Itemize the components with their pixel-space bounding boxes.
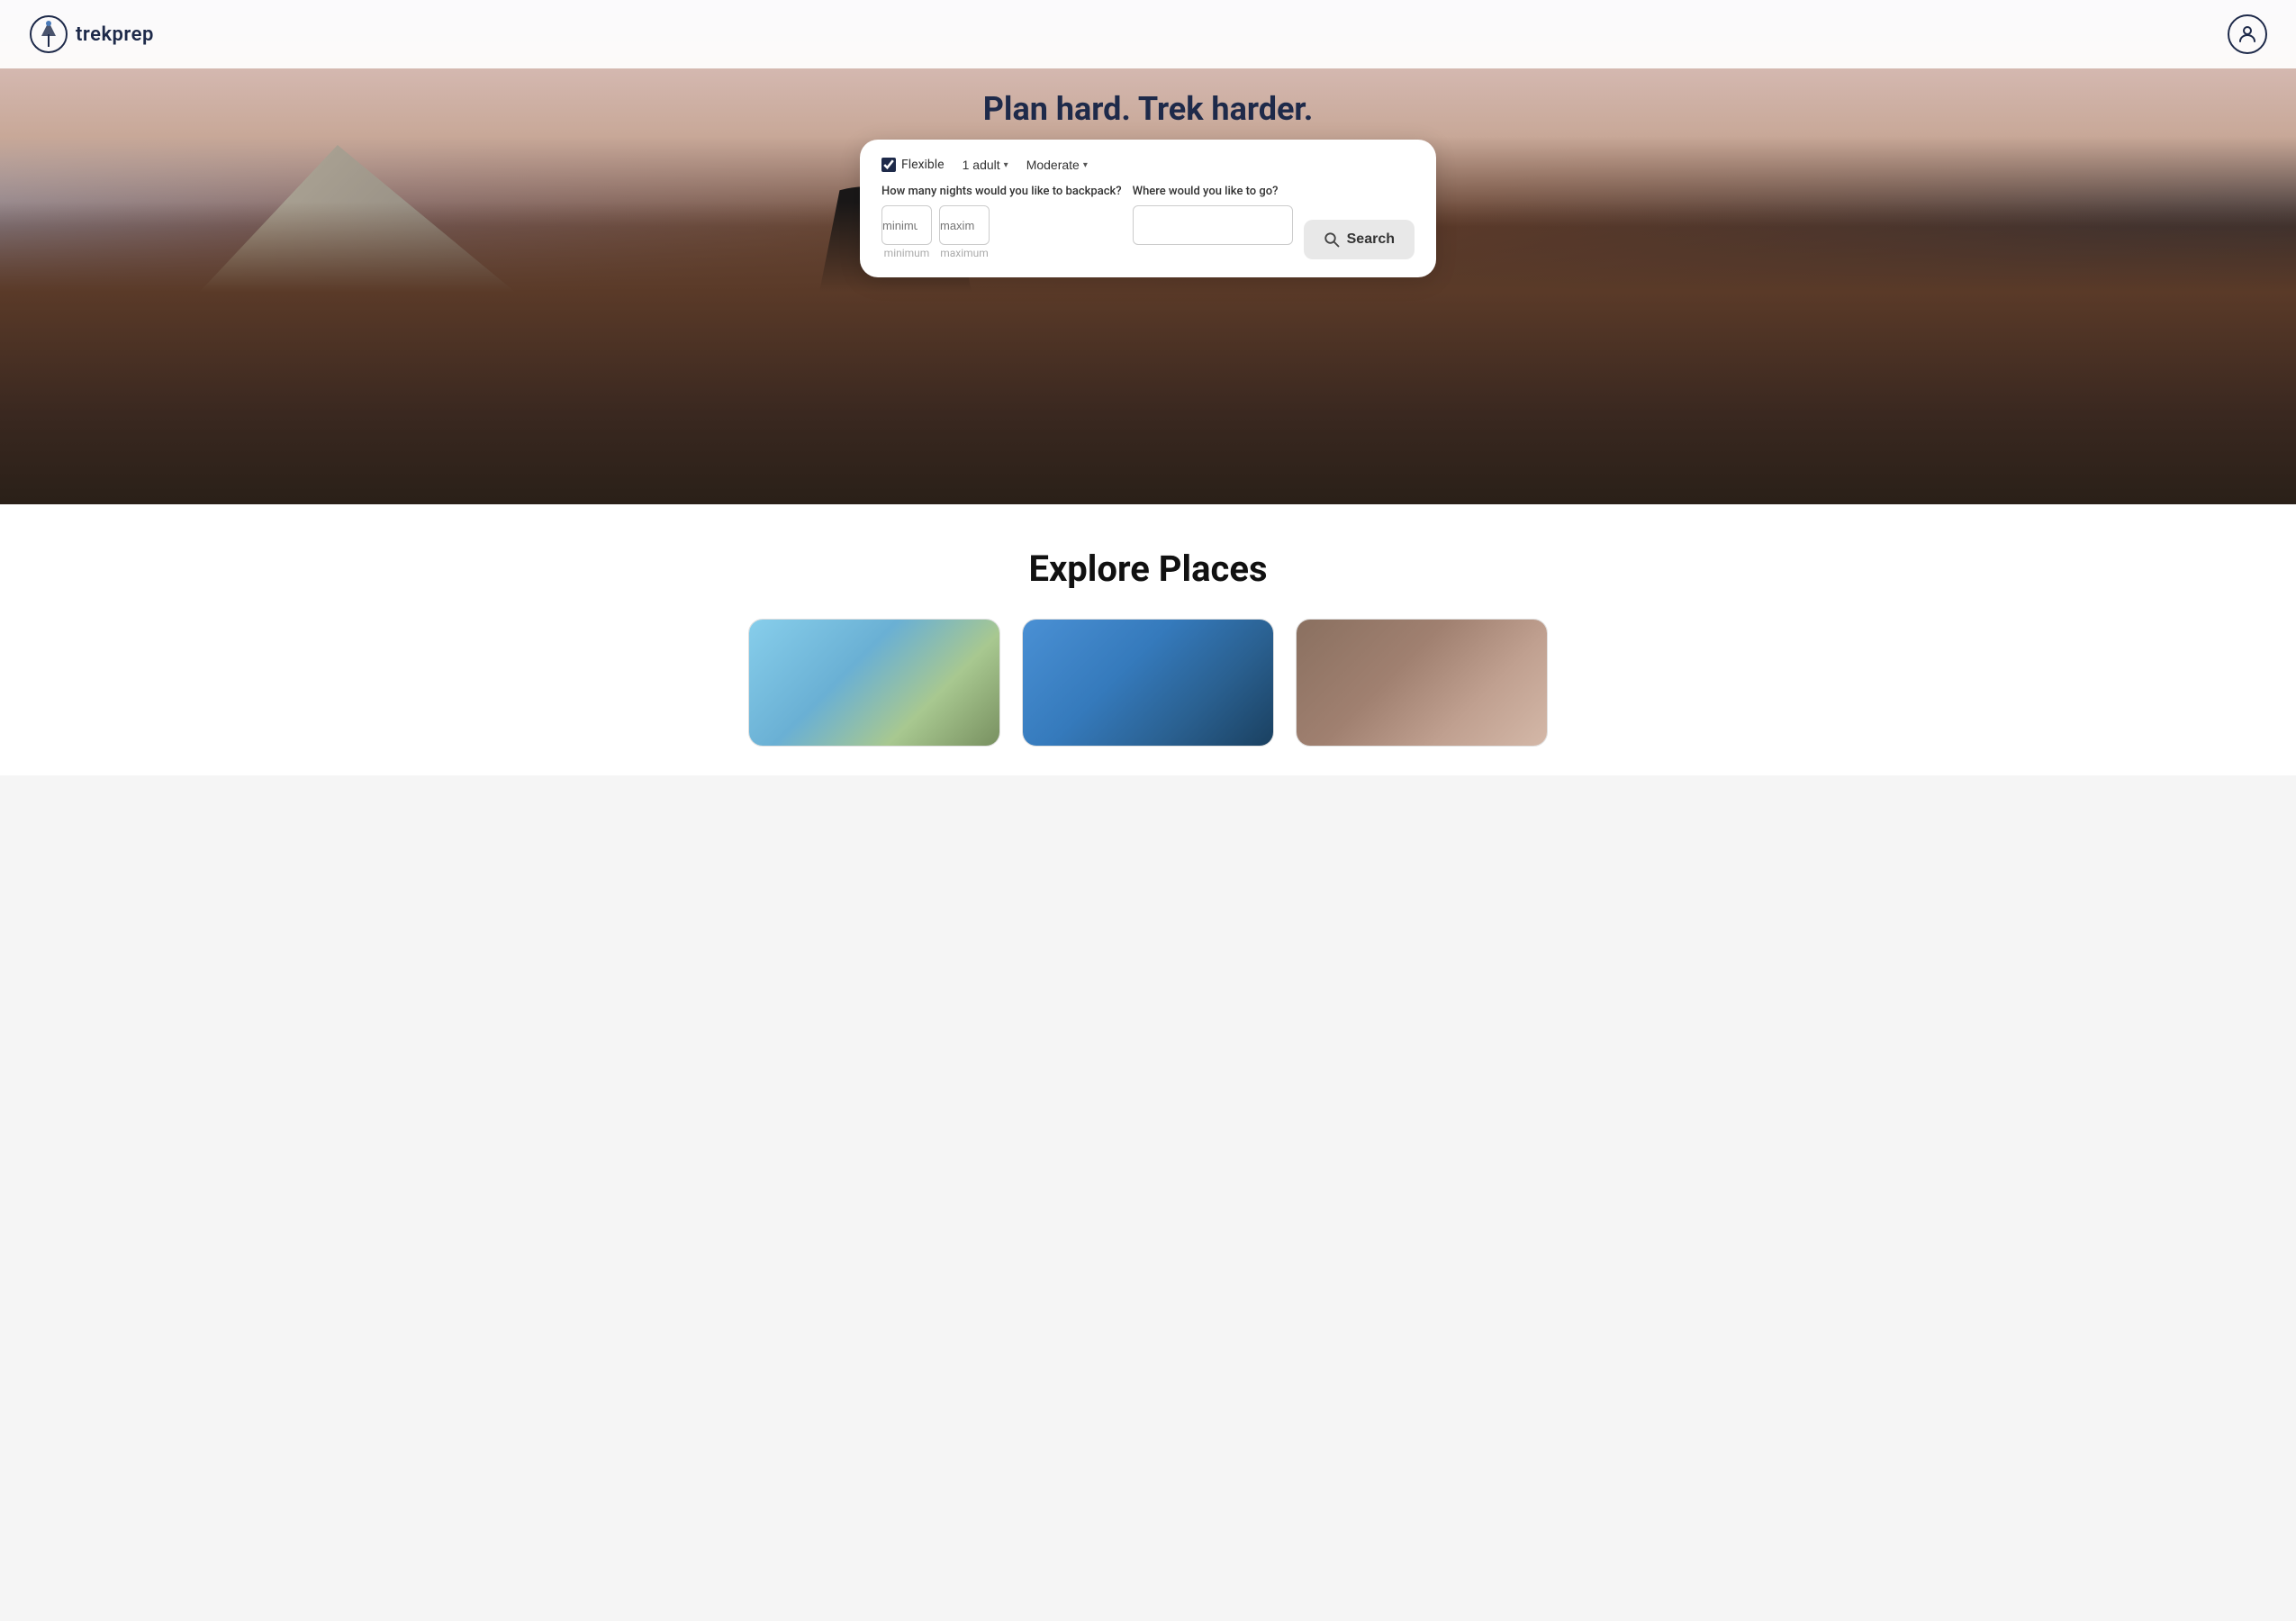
- logo-area: trekprep: [29, 14, 154, 54]
- place-card-3[interactable]: [1296, 619, 1548, 747]
- hero-section: Plan hard. Trek harder. Flexible 1 adult…: [0, 0, 2296, 504]
- nights-question: How many nights would you like to backpa…: [881, 185, 1122, 198]
- place-card-2-image: [1023, 620, 1273, 746]
- flexible-label: Flexible: [901, 158, 945, 172]
- difficulty-dropdown[interactable]: Moderate ▾: [1026, 158, 1088, 172]
- brand-name: trekprep: [76, 23, 154, 46]
- destination-question: Where would you like to go?: [1133, 185, 1293, 198]
- search-icon: [1324, 231, 1340, 248]
- difficulty-chevron-icon: ▾: [1083, 160, 1088, 170]
- user-profile-button[interactable]: [2228, 14, 2267, 54]
- nights-inputs-row: minimum maximum: [881, 205, 1122, 259]
- adults-chevron-icon: ▾: [1004, 160, 1008, 170]
- minimum-nights-input[interactable]: [881, 205, 932, 245]
- place-card-3-image: [1297, 620, 1547, 746]
- place-card-2[interactable]: [1022, 619, 1274, 747]
- minimum-label: minimum: [884, 247, 930, 259]
- hero-tagline: Plan hard. Trek harder.: [983, 90, 1314, 128]
- explore-title: Explore Places: [29, 548, 2267, 590]
- adults-dropdown[interactable]: 1 adult ▾: [963, 158, 1008, 172]
- flexible-checkbox[interactable]: [881, 158, 896, 172]
- search-box: Flexible 1 adult ▾ Moderate ▾ How many n…: [860, 140, 1436, 277]
- adults-label: 1 adult: [963, 158, 1000, 172]
- user-icon: [2237, 23, 2258, 45]
- search-box-top-row: Flexible 1 adult ▾ Moderate ▾: [881, 158, 1415, 172]
- search-button[interactable]: Search: [1304, 220, 1415, 259]
- search-button-label: Search: [1347, 231, 1395, 248]
- maximum-wrap: maximum: [939, 205, 990, 259]
- maximum-label: maximum: [940, 247, 989, 259]
- place-card-1[interactable]: [748, 619, 1000, 747]
- minimum-wrap: minimum: [881, 205, 932, 259]
- maximum-nights-input[interactable]: [939, 205, 990, 245]
- logo-icon: [29, 14, 68, 54]
- navbar: trekprep: [0, 0, 2296, 68]
- explore-cards-container: [29, 619, 2267, 747]
- destination-input[interactable]: [1133, 205, 1293, 245]
- hero-tent-decoration: [0, 126, 964, 504]
- difficulty-label: Moderate: [1026, 158, 1080, 172]
- flexible-checkbox-label[interactable]: Flexible: [881, 158, 945, 172]
- explore-section: Explore Places: [0, 504, 2296, 775]
- search-box-bottom-row: How many nights would you like to backpa…: [881, 185, 1415, 259]
- place-card-1-image: [749, 620, 999, 746]
- destination-section: Where would you like to go?: [1133, 185, 1293, 245]
- nights-section: How many nights would you like to backpa…: [881, 185, 1122, 259]
